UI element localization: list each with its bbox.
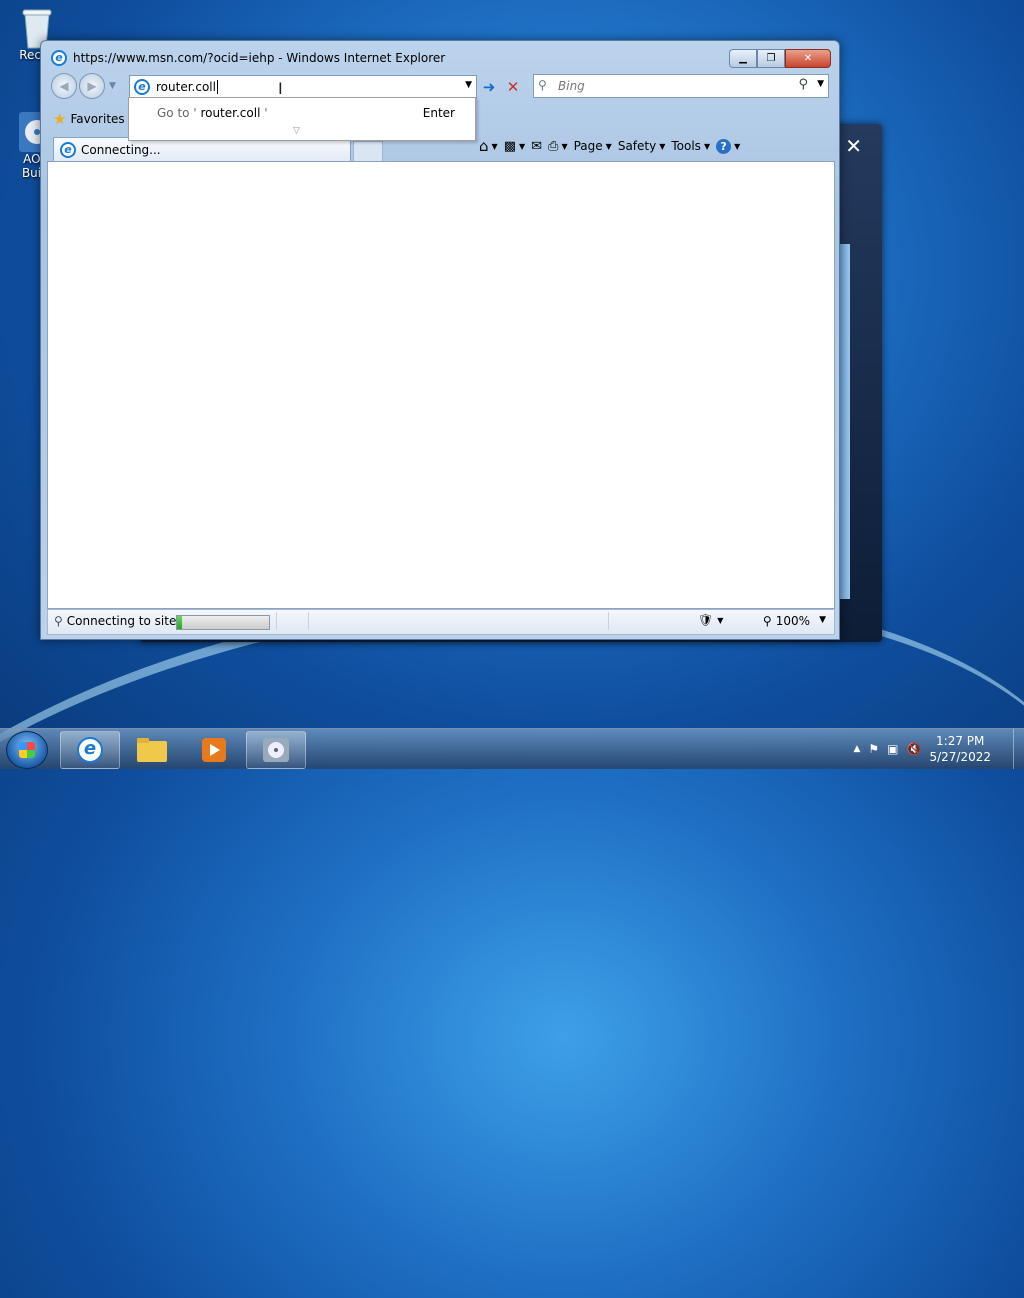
- zoom-level: 100%: [775, 614, 810, 628]
- ie-logo-icon: e: [51, 50, 67, 66]
- go-to-suggestion[interactable]: Go to ' router.coll ': [157, 106, 268, 120]
- page-content[interactable]: [47, 161, 835, 609]
- maximize-button[interactable]: ❐: [757, 49, 785, 68]
- security-icon: 🛡: [698, 613, 714, 627]
- minimize-button[interactable]: ▁: [729, 49, 757, 68]
- zoom-icon: ⚲: [762, 614, 772, 628]
- search-options-dropdown[interactable]: ▼: [817, 79, 824, 89]
- text-cursor: [216, 80, 218, 94]
- favorites-button[interactable]: ★ Favorites: [53, 110, 125, 128]
- go-to-suffix: ': [260, 106, 268, 120]
- taskbar-explorer[interactable]: [122, 731, 182, 769]
- back-arrow-icon: ◀: [59, 79, 69, 93]
- tab-label: Connecting...: [81, 142, 161, 157]
- help-menu[interactable]: ? ▼: [716, 138, 740, 154]
- command-bar: ⌂ ▼ ▩ ▼ ✉ ⎙ ▼ Page ▼ Safety ▼ Tools ▼ ? ▼: [479, 137, 740, 155]
- status-text: Connecting to site: [66, 614, 177, 628]
- back-button[interactable]: ◀: [51, 73, 77, 99]
- search-input[interactable]: Bing: [558, 79, 585, 93]
- page-icon: e: [134, 79, 150, 95]
- taskbar: e ▲ ⚑ ▣ 🔇 1:27 PM 5/27/2022: [0, 728, 1024, 769]
- zoom-control[interactable]: ⚲ 100%: [763, 614, 810, 628]
- window-controls: ▁ ❐ ✕: [729, 49, 831, 68]
- feeds-button[interactable]: ▩ ▼: [504, 139, 525, 154]
- progress-bar: [176, 615, 270, 630]
- forward-button[interactable]: ▶: [79, 73, 105, 99]
- start-button[interactable]: [6, 731, 48, 769]
- read-mail-button[interactable]: ✉: [531, 139, 542, 154]
- rss-icon: ▩: [503, 138, 516, 154]
- window-title: e https://www.msn.com/?ocid=iehp - Windo…: [51, 50, 445, 66]
- tab-page-icon: e: [60, 141, 76, 158]
- progress-fill: [177, 616, 182, 629]
- search-icon: ⚲: [54, 614, 63, 628]
- forward-arrow-icon: ▶: [87, 79, 97, 93]
- taskbar-media-player[interactable]: [184, 731, 244, 769]
- ie-icon: e: [77, 737, 103, 763]
- media-player-icon: [202, 738, 226, 762]
- address-dropdown-icon[interactable]: ▼: [465, 80, 472, 90]
- window-title-text: https://www.msn.com/?ocid=iehp - Windows…: [73, 51, 446, 65]
- status-divider: [608, 612, 609, 630]
- folder-icon: [137, 738, 167, 762]
- page-menu-label: Page: [573, 139, 603, 153]
- go-button[interactable]: ➜: [479, 77, 499, 97]
- mail-icon: ✉: [531, 138, 543, 154]
- clock-date: 5/27/2022: [929, 750, 991, 764]
- help-icon: ?: [716, 138, 732, 154]
- enter-hint: Enter: [422, 106, 455, 120]
- tools-menu[interactable]: Tools ▼: [671, 139, 710, 153]
- action-center-flag-icon[interactable]: ⚑: [868, 742, 879, 756]
- safety-menu[interactable]: Safety ▼: [618, 139, 666, 153]
- printer-icon: ⎙: [548, 138, 559, 154]
- favorites-label: Favorites: [70, 112, 125, 126]
- search-box[interactable]: ⚲ Bing ⚲ ▼: [533, 74, 829, 98]
- windows-logo-icon: [19, 742, 35, 758]
- recent-pages-dropdown[interactable]: ▼: [109, 81, 116, 91]
- show-desktop-button[interactable]: [1013, 729, 1024, 769]
- setup-disc-icon: [263, 738, 289, 762]
- star-icon: ★: [53, 110, 67, 128]
- address-input[interactable]: router.coll: [156, 80, 216, 94]
- status-divider: [276, 612, 277, 630]
- volume-muted-icon[interactable]: 🔇: [907, 742, 922, 756]
- ibeam-cursor-icon: I: [278, 79, 283, 98]
- search-button[interactable]: ⚲: [798, 77, 808, 92]
- tools-menu-label: Tools: [671, 139, 701, 153]
- status-divider: [308, 612, 309, 630]
- go-to-prefix: Go to ': [157, 106, 201, 120]
- taskbar-setup[interactable]: [246, 731, 306, 769]
- clock-time: 1:27 PM: [936, 734, 985, 748]
- network-icon[interactable]: ▣: [887, 742, 898, 756]
- home-icon: ⌂: [479, 137, 489, 155]
- clock[interactable]: 1:27 PM 5/27/2022: [929, 733, 991, 765]
- address-bar[interactable]: e router.coll ▼: [129, 75, 477, 99]
- status-text-area: ⚲ Connecting to site: [54, 614, 176, 628]
- status-bar: ⚲ Connecting to site 🛡 ▼ ⚲ 100% ▼: [47, 609, 835, 635]
- system-tray: ▲ ⚑ ▣ 🔇 1:27 PM 5/27/2022: [853, 729, 1024, 769]
- close-button[interactable]: ✕: [785, 49, 831, 68]
- close-icon[interactable]: ✕: [845, 134, 862, 158]
- print-button[interactable]: ⎙ ▼: [548, 139, 568, 154]
- new-tab-button[interactable]: [353, 141, 383, 162]
- go-to-url: router.coll: [200, 106, 261, 120]
- stop-button[interactable]: ✕: [503, 77, 523, 97]
- protected-mode-indicator[interactable]: 🛡 ▼: [698, 613, 723, 627]
- home-button[interactable]: ⌂ ▼: [479, 137, 498, 155]
- zoom-dropdown-icon[interactable]: ▼: [819, 615, 826, 625]
- expand-suggestions-icon[interactable]: ▽: [293, 126, 300, 136]
- taskbar-ie[interactable]: e: [60, 731, 120, 769]
- show-hidden-icons[interactable]: ▲: [853, 744, 860, 754]
- address-suggestion-dropdown: Go to ' router.coll ' Enter ▽: [128, 97, 476, 141]
- page-menu[interactable]: Page ▼: [574, 139, 612, 153]
- safety-menu-label: Safety: [617, 139, 657, 153]
- search-icon: ⚲: [538, 78, 547, 92]
